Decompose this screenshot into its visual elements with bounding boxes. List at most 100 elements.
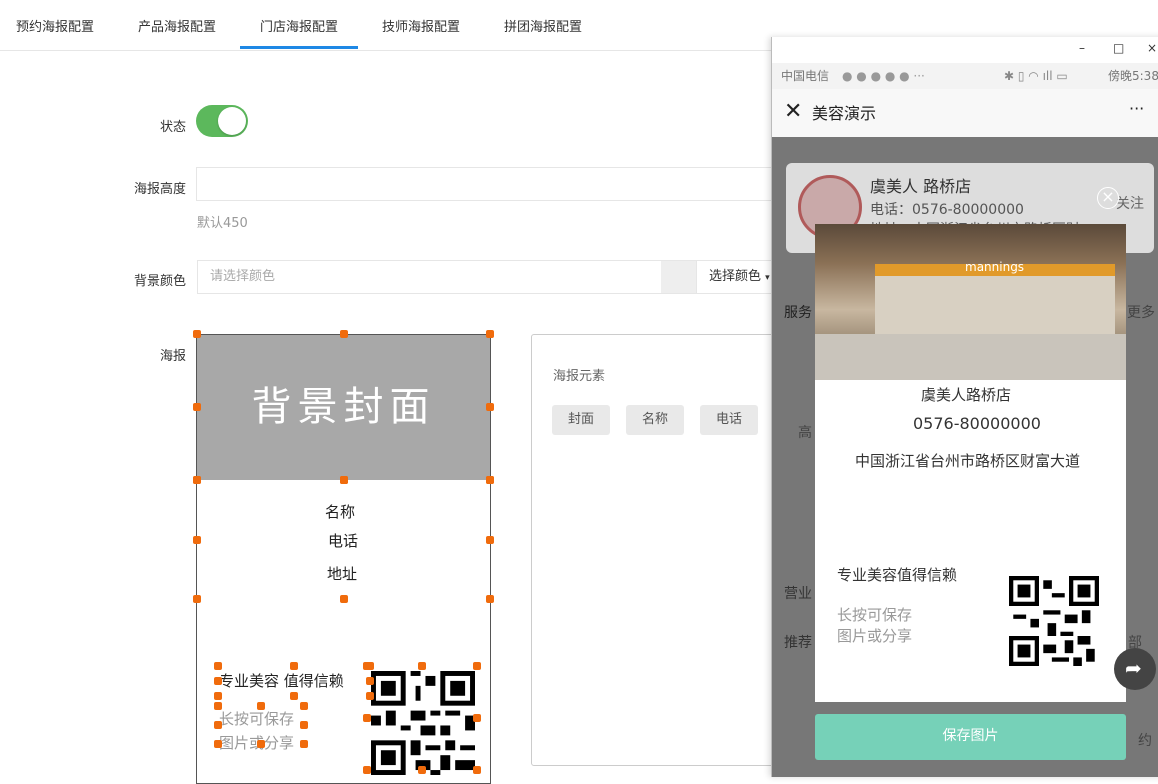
resize-handle[interactable]	[486, 595, 494, 603]
popup-close-icon[interactable]: ×	[1097, 187, 1119, 209]
bg-more-label: 更多	[1127, 305, 1155, 321]
resize-handle[interactable]	[193, 535, 201, 544]
poster-slogan-text[interactable]: 专业美容 值得信赖	[219, 670, 344, 691]
active-tab-indicator	[240, 46, 358, 49]
phone-status-bar: 中国电信 ● ● ● ● ● ··· ✱ ▯ ◠ ıll ▭ 傍晚5:38	[772, 63, 1158, 89]
resize-handle[interactable]	[363, 714, 371, 722]
resize-handle[interactable]	[300, 740, 308, 748]
resize-handle[interactable]	[214, 702, 222, 710]
resize-handle[interactable]	[193, 595, 201, 603]
resize-handle[interactable]	[193, 330, 201, 338]
resize-handle[interactable]	[418, 662, 426, 670]
poster-name-text[interactable]: 名称	[325, 501, 355, 522]
tab-technician-poster[interactable]: 技师海报配置	[382, 0, 460, 51]
bg-store-phone: 电话：0576-80000000	[870, 202, 1024, 218]
phone-nav-bar: ✕ 美容演示 ···	[772, 89, 1158, 137]
poster-cover[interactable]: 背景封面	[197, 335, 490, 480]
resize-handle[interactable]	[363, 662, 371, 670]
popup-hint-line2: 图片或分享	[837, 627, 913, 645]
tab-groupbuy-poster[interactable]: 拼团海报配置	[504, 0, 582, 51]
poster-height-input[interactable]	[196, 167, 796, 201]
maximize-button[interactable]: □	[1113, 41, 1124, 55]
resize-handle[interactable]	[486, 476, 494, 484]
poster-preview-popup: mannings 虞美人路桥店 0576-80000000 中国浙江省台州市路桥…	[815, 224, 1126, 702]
tab-appointment-poster[interactable]: 预约海报配置	[16, 0, 94, 51]
window-close-button[interactable]: ×	[1147, 41, 1157, 55]
poster-hint-line1[interactable]: 长按可保存	[219, 708, 294, 729]
resize-handle[interactable]	[473, 714, 481, 722]
status-toggle[interactable]	[196, 105, 248, 137]
bg-high-label: 高	[798, 425, 812, 441]
notification-icons: ● ● ● ● ● ···	[842, 69, 925, 83]
share-icon: ➦	[1125, 656, 1142, 680]
carrier-text: 中国电信	[781, 69, 830, 83]
resize-handle[interactable]	[257, 740, 265, 748]
bg-color-label: 背景颜色	[133, 274, 186, 289]
bg-color-input[interactable]: 请选择颜色	[197, 260, 662, 294]
resize-handle[interactable]	[290, 662, 298, 670]
popup-hint-line1: 长按可保存	[837, 606, 913, 624]
popup-qr-code	[1009, 576, 1099, 666]
bg-hours-label: 营业	[784, 586, 812, 602]
bg-store-name: 虞美人 路桥店	[870, 177, 972, 196]
bg-recommend-label: 推荐	[784, 635, 812, 651]
resize-handle[interactable]	[486, 535, 494, 544]
bg-reserve-label: 约	[1138, 733, 1152, 749]
caret-down-icon: ▾	[765, 273, 770, 283]
window-titlebar: – □ ×	[772, 37, 1158, 63]
resize-handle[interactable]	[339, 595, 348, 603]
poster-address-text[interactable]: 地址	[327, 563, 357, 584]
resize-handle[interactable]	[193, 403, 201, 411]
share-button[interactable]: ➦	[1114, 648, 1156, 690]
poster-elements-title: 海报元素	[553, 369, 606, 384]
resize-handle[interactable]	[214, 662, 222, 670]
resize-handle[interactable]	[300, 702, 308, 710]
resize-handle[interactable]	[339, 330, 348, 338]
poster-canvas[interactable]: 背景封面 名称 电话 地址 专业美容 值得信赖 长按可保存 图片或分享	[196, 334, 491, 784]
poster-height-hint: 默认450	[197, 216, 248, 231]
signal-battery-icons: ✱ ▯ ◠ ıll ▭	[1004, 69, 1068, 83]
more-icon[interactable]: ···	[1129, 99, 1144, 118]
tab-product-poster[interactable]: 产品海报配置	[138, 0, 216, 51]
resize-handle[interactable]	[214, 721, 222, 729]
bg-color-swatch[interactable]	[661, 260, 696, 294]
minimize-button[interactable]: –	[1079, 41, 1085, 55]
phone-title: 美容演示	[812, 104, 877, 123]
resize-handle[interactable]	[193, 476, 201, 484]
poster-height-label: 海报高度	[133, 182, 186, 197]
resize-handle[interactable]	[473, 662, 481, 670]
resize-handle[interactable]	[366, 692, 374, 700]
floor-shape	[815, 334, 1126, 380]
resize-handle[interactable]	[339, 476, 348, 484]
resize-handle[interactable]	[486, 403, 494, 411]
close-icon[interactable]: ✕	[784, 99, 802, 124]
toggle-knob	[218, 107, 246, 135]
resize-handle[interactable]	[257, 702, 265, 710]
clock-text: 傍晚5:38	[1108, 69, 1158, 83]
tab-store-poster[interactable]: 门店海报配置	[260, 0, 338, 51]
status-label: 状态	[159, 120, 186, 135]
poster-elements-panel: 海报元素 封面 名称 电话	[531, 334, 791, 766]
resize-handle[interactable]	[214, 692, 222, 700]
resize-handle[interactable]	[300, 721, 308, 729]
save-image-button[interactable]: 保存图片	[815, 714, 1126, 760]
resize-handle[interactable]	[214, 740, 222, 748]
resize-handle[interactable]	[486, 330, 494, 338]
poster-phone-text[interactable]: 电话	[328, 530, 358, 551]
choose-color-label: 选择颜色	[709, 269, 762, 284]
popup-store-name: 虞美人路桥店	[921, 386, 1012, 404]
element-chip-cover[interactable]: 封面	[552, 405, 611, 435]
popup-store-address: 中国浙江省台州市路桥区财富大道	[855, 452, 1081, 470]
phone-preview-window: – □ × 中国电信 ● ● ● ● ● ··· ✱ ▯ ◠ ıll ▭ 傍晚5…	[771, 37, 1158, 777]
element-chip-name[interactable]: 名称	[626, 405, 685, 435]
poster-label: 海报	[159, 349, 186, 364]
resize-handle[interactable]	[290, 692, 298, 700]
resize-handle[interactable]	[214, 677, 222, 685]
poster-qr-code[interactable]	[371, 671, 475, 775]
store-photo: mannings	[815, 224, 1126, 380]
popup-store-phone: 0576-80000000	[913, 414, 1041, 433]
popup-slogan: 专业美容值得信赖	[837, 566, 958, 584]
photo-sign-text: mannings	[965, 260, 1025, 274]
resize-handle[interactable]	[366, 677, 374, 685]
element-chip-phone[interactable]: 电话	[700, 405, 759, 435]
